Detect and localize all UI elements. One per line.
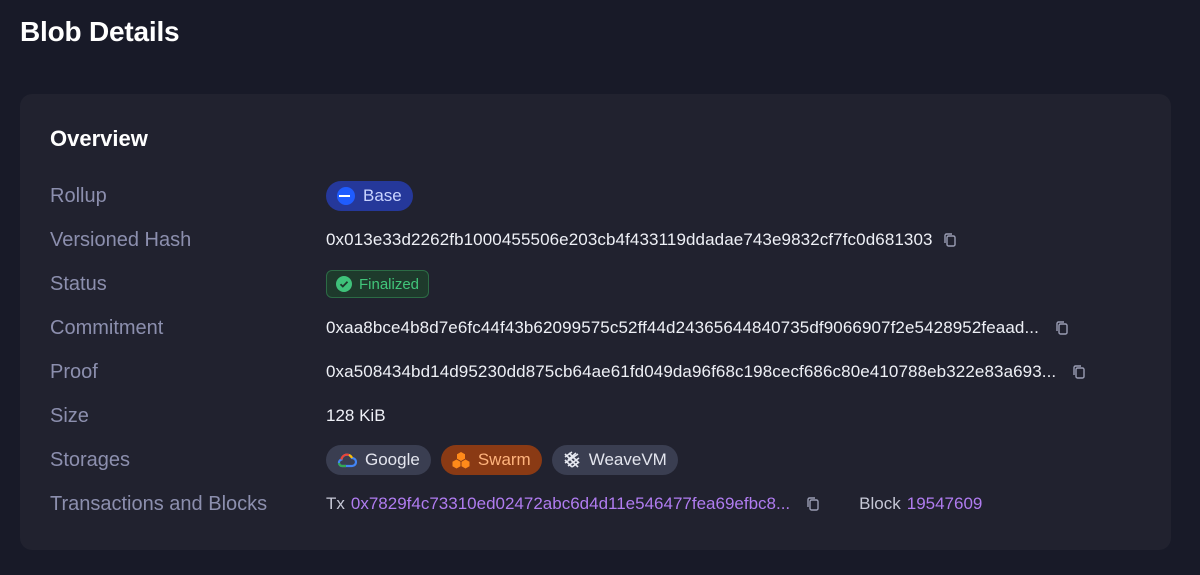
- tx-hash-link[interactable]: 0x7829f4c73310ed02472abc6d4d11e546477fea…: [351, 494, 790, 514]
- versioned-hash-value: 0x013e33d2262fb1000455506e203cb4f433119d…: [326, 230, 933, 249]
- proof-row: Proof 0xa508434bd14d95230dd875cb64ae61fd…: [20, 352, 1171, 392]
- section-title: Overview: [50, 126, 148, 151]
- storage-swarm-label: Swarm: [477, 450, 531, 469]
- copy-icon[interactable]: [1053, 319, 1071, 337]
- block-number-link[interactable]: 19547609: [907, 494, 983, 514]
- google-cloud-icon: [337, 452, 357, 468]
- copy-icon[interactable]: [1070, 363, 1088, 381]
- size-row: Size 128 KiB: [20, 396, 1171, 436]
- storage-google[interactable]: Google: [326, 445, 431, 475]
- storage-google-label: Google: [365, 450, 420, 469]
- status-row: Status Finalized: [20, 264, 1171, 304]
- base-logo-icon: [337, 187, 355, 205]
- storage-weavevm[interactable]: WeaveVM: [551, 445, 678, 475]
- transactions-label: Transactions and Blocks: [50, 492, 268, 515]
- versioned-hash-label: Versioned Hash: [50, 228, 192, 251]
- versioned-hash-row: Versioned Hash 0x013e33d2262fb1000455506…: [20, 220, 1171, 260]
- swarm-icon: [452, 451, 470, 469]
- proof-label: Proof: [50, 360, 98, 383]
- status-label: Status: [50, 272, 107, 295]
- copy-icon[interactable]: [804, 495, 822, 513]
- commitment-row: Commitment 0xaa8bce4b8d7e6fc44f43b620995…: [20, 308, 1171, 348]
- storages-row: Storages Google Swarm WeaveVM: [20, 440, 1171, 480]
- overview-card: Overview Rollup Base Versioned Hash 0x01…: [20, 94, 1171, 550]
- rollup-badge[interactable]: Base: [326, 181, 413, 211]
- weavevm-icon: [563, 451, 581, 469]
- page-title: Blob Details: [20, 16, 180, 47]
- rollup-value: Base: [363, 186, 402, 205]
- status-badge: Finalized: [326, 270, 430, 298]
- storage-weavevm-label: WeaveVM: [588, 450, 667, 469]
- status-value: Finalized: [359, 275, 420, 293]
- size-value: 128 KiB: [326, 406, 386, 425]
- storages-label: Storages: [50, 448, 131, 471]
- copy-icon[interactable]: [941, 231, 959, 249]
- tx-prefix: Tx: [326, 494, 345, 513]
- transactions-row: Transactions and Blocks Tx 0x7829f4c7331…: [20, 484, 1171, 524]
- check-circle-icon: [336, 276, 352, 292]
- proof-value: 0xa508434bd14d95230dd875cb64ae61fd049da9…: [326, 362, 1057, 381]
- size-label: Size: [50, 404, 89, 427]
- rollup-row: Rollup Base: [20, 176, 1171, 216]
- storage-swarm[interactable]: Swarm: [440, 445, 542, 475]
- commitment-value: 0xaa8bce4b8d7e6fc44f43b62099575c52ff44d2…: [326, 318, 1039, 337]
- block-prefix: Block: [859, 494, 901, 513]
- rollup-label: Rollup: [50, 184, 107, 207]
- commitment-label: Commitment: [50, 316, 164, 339]
